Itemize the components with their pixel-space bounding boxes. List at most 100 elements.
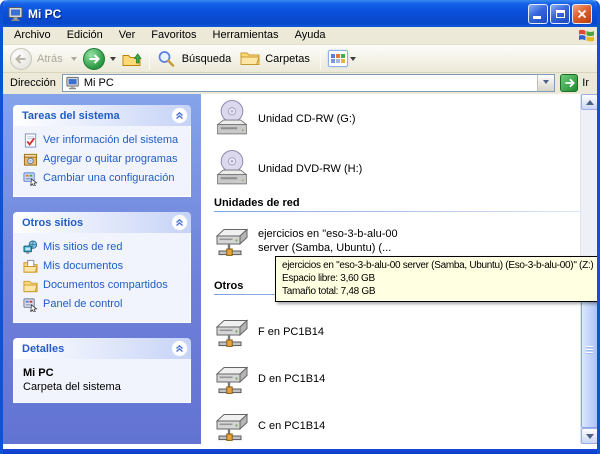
panel-title: Detalles [22,343,171,355]
drive-label: D en PC1B14 [258,372,325,386]
panel-otros-sitios: Otros sitios Mis sitios de red [13,212,191,323]
tooltip-free-space: Espacio libre: 3,60 GB [282,272,593,285]
maximize-button[interactable] [550,4,570,24]
link-documentos-compartidos[interactable]: Documentos compartidos [23,278,187,293]
drive-item-c-pc1b14[interactable]: C en PC1B14 [201,402,597,444]
task-pane: Tareas del sistema Ver información del s… [3,94,201,444]
panel-header-tareas[interactable]: Tareas del sistema [13,105,191,126]
tooltip-title: ejercicios en "eso-3-b-alu-00 server (Sa… [282,259,593,272]
panel-title: Otros sitios [22,217,171,229]
titlebar: Mi PC [3,0,597,27]
address-label: Dirección [10,77,56,89]
drive-tooltip: ejercicios en "eso-3-b-alu-00 server (Sa… [275,256,600,302]
addressbar: Dirección Mi PC Ir [3,73,597,94]
scroll-down-button[interactable] [581,428,597,444]
network-drive-icon [214,407,250,445]
chevron-up-icon[interactable] [171,214,188,231]
menu-ayuda[interactable]: Ayuda [287,27,334,44]
drive-label: Unidad DVD-RW (H:) [258,162,362,176]
toolbar-separator [149,48,150,70]
shared-documents-icon [23,278,38,293]
forward-button[interactable] [80,47,108,71]
search-icon [157,50,177,68]
chevron-up-icon[interactable] [171,107,188,124]
folders-label: Carpetas [265,53,310,65]
panel-header-otros-sitios[interactable]: Otros sitios [13,212,191,233]
folder-icon [240,50,260,68]
drive-item-cd-rw[interactable]: Unidad CD-RW (G:) [201,94,597,144]
link-panel-de-control[interactable]: Panel de control [23,297,187,312]
details-item-description: Carpeta del sistema [23,381,187,393]
go-button[interactable] [560,74,578,92]
forward-arrow-icon [83,48,105,70]
drive-label: ejercicios en "eso-3-b-alu-00server (Sam… [258,227,398,255]
go-arrow-icon [564,78,575,88]
panel-header-detalles[interactable]: Detalles [13,338,191,359]
chevron-up-icon[interactable] [171,340,188,357]
computer-icon [66,76,80,90]
toolbar: Atrás Búsqueda Carpetas [3,45,597,73]
minimize-icon [533,16,541,19]
up-button[interactable] [119,49,145,69]
menu-ver[interactable]: Ver [111,27,144,44]
menu-herramientas[interactable]: Herramientas [205,27,287,44]
back-dropdown-icon[interactable] [71,57,77,64]
minimize-button[interactable] [528,4,548,24]
network-places-icon [23,240,38,255]
drive-item-f-pc1b14[interactable]: F en PC1B14 [201,308,597,355]
control-panel-icon [23,297,38,312]
panel-body: Mis sitios de red Mis documentos Documen… [13,233,191,323]
link-agregar-o-quitar-programas[interactable]: Agregar o quitar programas [23,152,187,167]
window-bottom-border [3,449,597,454]
scroll-up-icon [586,96,594,105]
back-label: Atrás [37,53,63,65]
window-title: Mi PC [28,7,526,21]
views-button[interactable] [325,49,362,68]
details-item-name: Mi PC [23,367,187,379]
group-header-unidades-de-red: Unidades de red [201,194,597,212]
up-folder-icon [122,50,142,68]
link-ver-informacion-del-sistema[interactable]: Ver información del sistema [23,133,187,148]
panel-body: Mi PC Carpeta del sistema [13,359,191,403]
drive-item-dvd-rw[interactable]: Unidad DVD-RW (H:) [201,144,597,194]
maximize-icon [556,10,565,18]
system-info-icon [23,133,38,148]
panel-body: Ver información del sistema Agregar o qu… [13,126,191,197]
link-mis-documentos[interactable]: Mis documentos [23,259,187,274]
scrollbar-grip [586,346,593,354]
scroll-down-icon [586,434,594,443]
network-drive-icon [214,360,250,398]
panel-tareas-del-sistema: Tareas del sistema Ver información del s… [13,105,191,197]
drive-label: F en PC1B14 [258,325,324,339]
dvd-drive-icon [214,150,250,188]
drive-item-d-pc1b14[interactable]: D en PC1B14 [201,355,597,402]
computer-icon [8,6,24,22]
link-cambiar-una-configuracion[interactable]: Cambiar una configuración [23,171,187,186]
drive-label: C en PC1B14 [258,419,325,433]
forward-dropdown-icon[interactable] [110,57,116,64]
toolbar-separator [320,48,321,70]
scroll-up-button[interactable] [581,94,597,110]
menu-edicion[interactable]: Edición [59,27,111,44]
explorer-window: Mi PC Archivo Edición Ver Favoritos Herr… [0,0,600,454]
close-icon [577,9,587,19]
close-button[interactable] [572,4,592,24]
cd-drive-icon [214,100,250,138]
search-label: Búsqueda [182,53,232,65]
menu-favoritos[interactable]: Favoritos [143,27,204,44]
chevron-down-icon [543,80,549,87]
group-title: Unidades de red [214,197,589,211]
views-grid-icon [328,50,348,67]
menu-archivo[interactable]: Archivo [6,27,59,44]
back-button[interactable]: Atrás [7,47,69,71]
my-documents-icon [23,259,38,274]
address-input[interactable]: Mi PC [62,74,555,92]
address-dropdown-button[interactable] [537,75,554,91]
go-label: Ir [582,77,589,89]
windows-logo-icon [578,27,595,44]
folders-button[interactable]: Carpetas [237,49,316,69]
views-dropdown-icon [350,57,356,64]
link-mis-sitios-de-red[interactable]: Mis sitios de red [23,240,187,255]
search-button[interactable]: Búsqueda [154,49,238,69]
back-arrow-icon [10,48,32,70]
